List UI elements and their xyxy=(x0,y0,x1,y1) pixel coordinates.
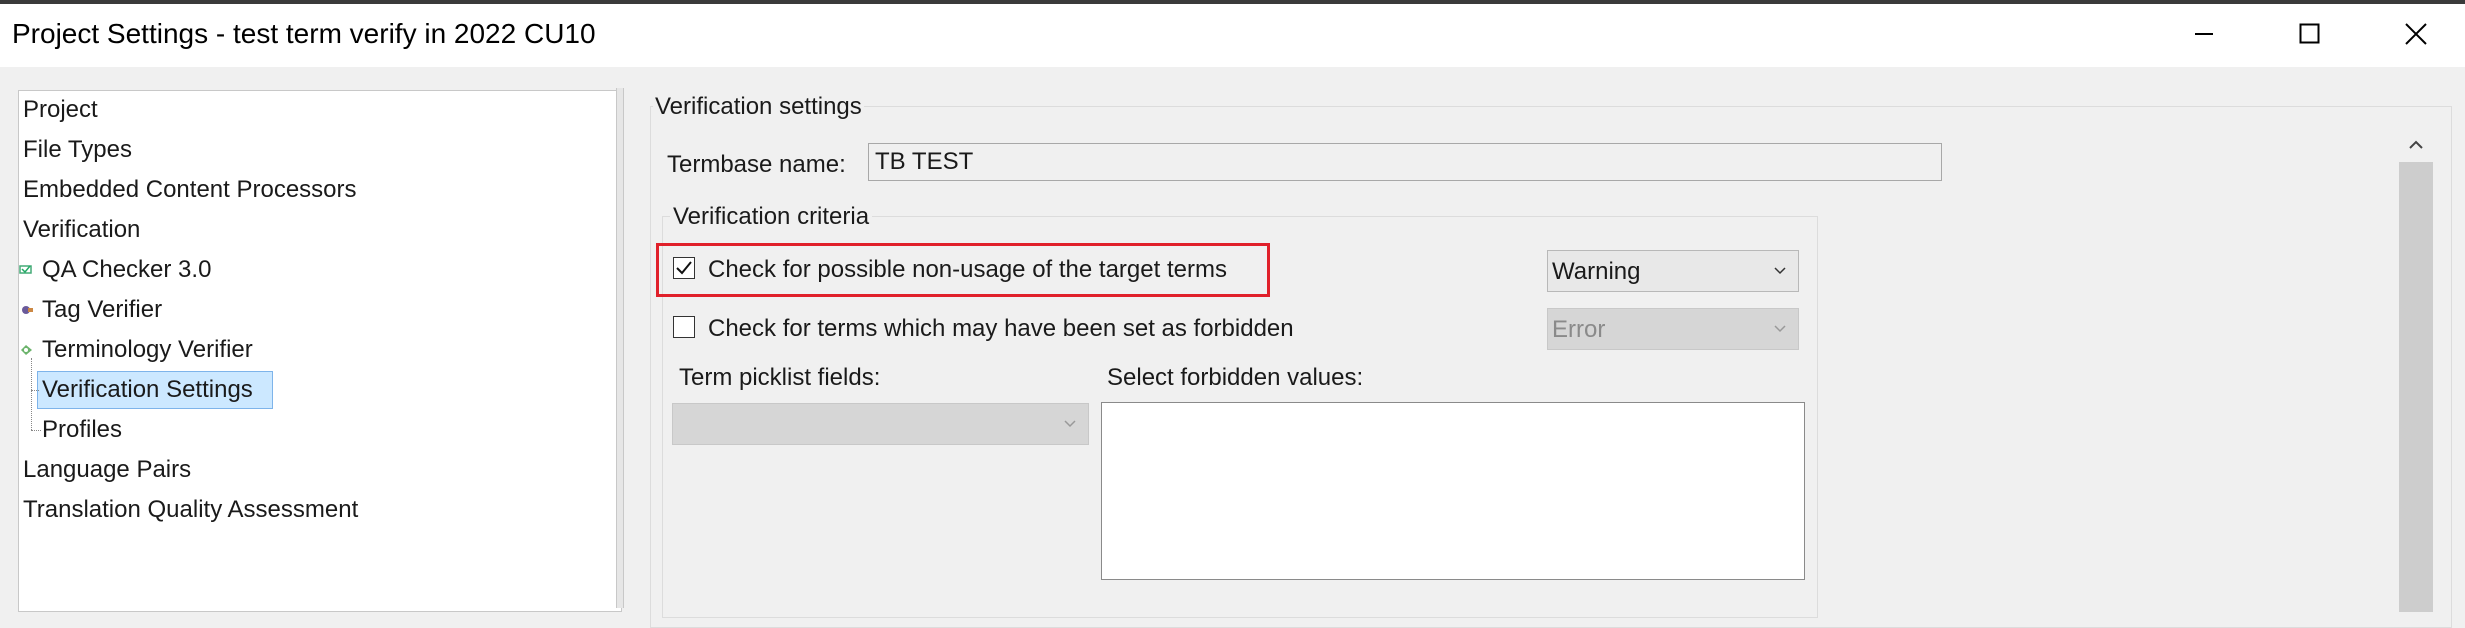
tree-item-profiles[interactable]: Profiles xyxy=(42,416,122,444)
tree-item-translation-quality-assessment[interactable]: Translation Quality Assessment xyxy=(23,496,358,524)
terminology-verifier-icon xyxy=(21,345,32,355)
close-icon xyxy=(2405,23,2427,45)
qa-checker-icon xyxy=(19,265,32,274)
tree-connector xyxy=(31,390,39,391)
check-forbidden-label[interactable]: Check for terms which may have been set … xyxy=(708,315,1294,343)
tree-item-embedded-content-processors[interactable]: Embedded Content Processors xyxy=(23,176,357,204)
maximize-button[interactable] xyxy=(2275,12,2345,56)
minimize-icon xyxy=(2195,33,2213,35)
check-nonusage-checkbox[interactable] xyxy=(673,257,695,279)
tree-item-project[interactable]: Project xyxy=(23,96,98,124)
forbidden-values-listbox[interactable] xyxy=(1101,402,1805,580)
termbase-name-value: TB TEST xyxy=(875,148,974,175)
tree-item-language-pairs[interactable]: Language Pairs xyxy=(23,456,191,484)
nonusage-severity-dropdown[interactable]: Warning xyxy=(1547,250,1799,292)
tree-item-tag-verifier[interactable]: Tag Verifier xyxy=(42,296,162,324)
tree-item-qa-checker[interactable]: QA Checker 3.0 xyxy=(42,256,211,284)
tree-item-file-types[interactable]: File Types xyxy=(23,136,132,164)
panel-splitter[interactable] xyxy=(616,88,624,608)
select-forbidden-values-label: Select forbidden values: xyxy=(1107,364,1364,391)
nonusage-severity-value: Warning xyxy=(1552,258,1641,285)
tree-item-verification[interactable]: Verification xyxy=(23,216,140,244)
chevron-down-icon xyxy=(1774,267,1786,275)
forbidden-severity-value: Error xyxy=(1552,316,1606,343)
background-window-strip xyxy=(0,0,2465,4)
chevron-down-icon xyxy=(1774,325,1786,333)
term-picklist-fields-label: Term picklist fields: xyxy=(679,364,881,391)
scrollbar-thumb[interactable] xyxy=(2399,162,2433,612)
tree-connector xyxy=(31,430,41,431)
forbidden-severity-dropdown: Error xyxy=(1547,308,1799,350)
verification-settings-title: Verification settings xyxy=(653,93,864,121)
verification-criteria-title: Verification criteria xyxy=(670,203,873,231)
close-button[interactable] xyxy=(2381,12,2451,56)
title-bar: Project Settings - test term verify in 2… xyxy=(0,0,2465,67)
tree-item-verification-settings[interactable]: Verification Settings xyxy=(42,376,253,404)
chevron-down-icon xyxy=(1064,420,1076,428)
termbase-name-field: TB TEST xyxy=(868,143,1942,181)
maximize-icon xyxy=(2299,23,2320,44)
termbase-name-label: Termbase name: xyxy=(667,151,846,178)
checkmark-icon xyxy=(676,261,692,275)
minimize-button[interactable] xyxy=(2170,12,2240,56)
tree-connector xyxy=(31,358,32,430)
tag-verifier-icon xyxy=(22,306,33,314)
term-picklist-fields-dropdown xyxy=(672,403,1089,445)
tree-item-terminology-verifier[interactable]: Terminology Verifier xyxy=(42,336,253,364)
check-nonusage-label[interactable]: Check for possible non-usage of the targ… xyxy=(708,256,1227,284)
scroll-up-icon[interactable] xyxy=(2408,138,2424,152)
window-title: Project Settings - test term verify in 2… xyxy=(12,18,596,49)
check-forbidden-checkbox[interactable] xyxy=(673,316,695,338)
